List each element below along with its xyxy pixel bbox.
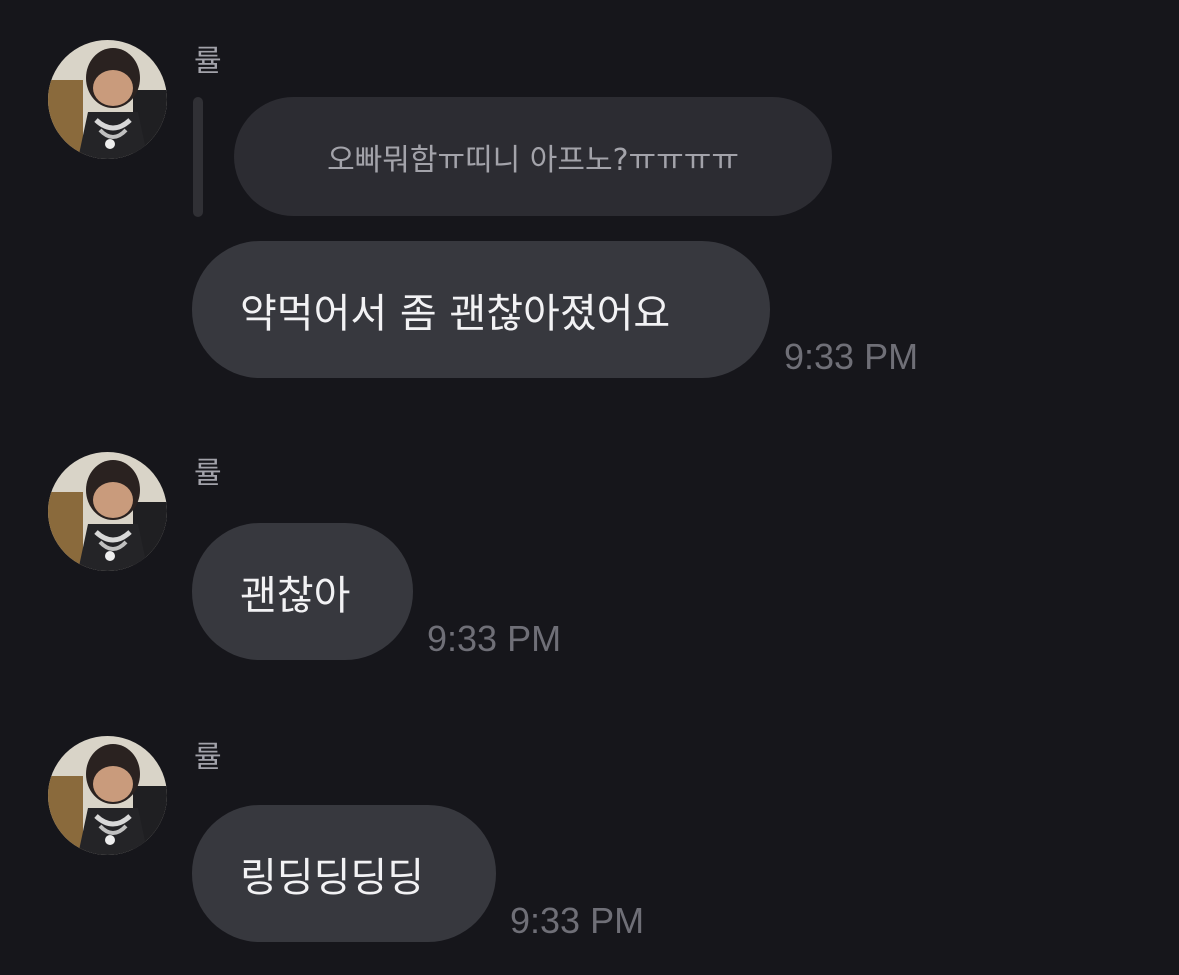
sender-name: 률 <box>194 44 222 79</box>
message-timestamp: 9:33 PM <box>427 618 562 659</box>
message-bubble[interactable]: 링딩딩딩딩 <box>192 805 496 942</box>
reply-quote-bubble[interactable]: 오빠뭐함ㅠ띠니 아프노?ㅠㅠㅠㅠ <box>234 97 832 216</box>
message-timestamp: 9:33 PM <box>510 900 645 941</box>
message-text: 약먹어서 좀 괜찮아졌어요 <box>240 290 671 337</box>
reply-quote-text: 오빠뭐함ㅠ띠니 아프노?ㅠㅠㅠㅠ <box>327 142 739 178</box>
avatar[interactable] <box>48 452 167 571</box>
avatar[interactable] <box>48 736 167 855</box>
sender-name: 률 <box>194 456 222 491</box>
message-bubble[interactable]: 약먹어서 좀 괜찮아졌어요 <box>192 241 770 378</box>
message-text: 링딩딩딩딩 <box>240 854 424 901</box>
message-text: 괜찮아 <box>240 572 351 619</box>
message-bubble[interactable]: 괜찮아 <box>192 523 413 660</box>
message-timestamp: 9:33 PM <box>784 336 919 377</box>
chat-screen: 률 오빠뭐함ㅠ띠니 아프노?ㅠㅠㅠㅠ 약먹어서 좀 괜찮아졌어요 9:33 PM… <box>0 0 1179 975</box>
reply-indicator <box>193 97 203 217</box>
sender-name: 률 <box>194 740 222 775</box>
avatar[interactable] <box>48 40 167 159</box>
